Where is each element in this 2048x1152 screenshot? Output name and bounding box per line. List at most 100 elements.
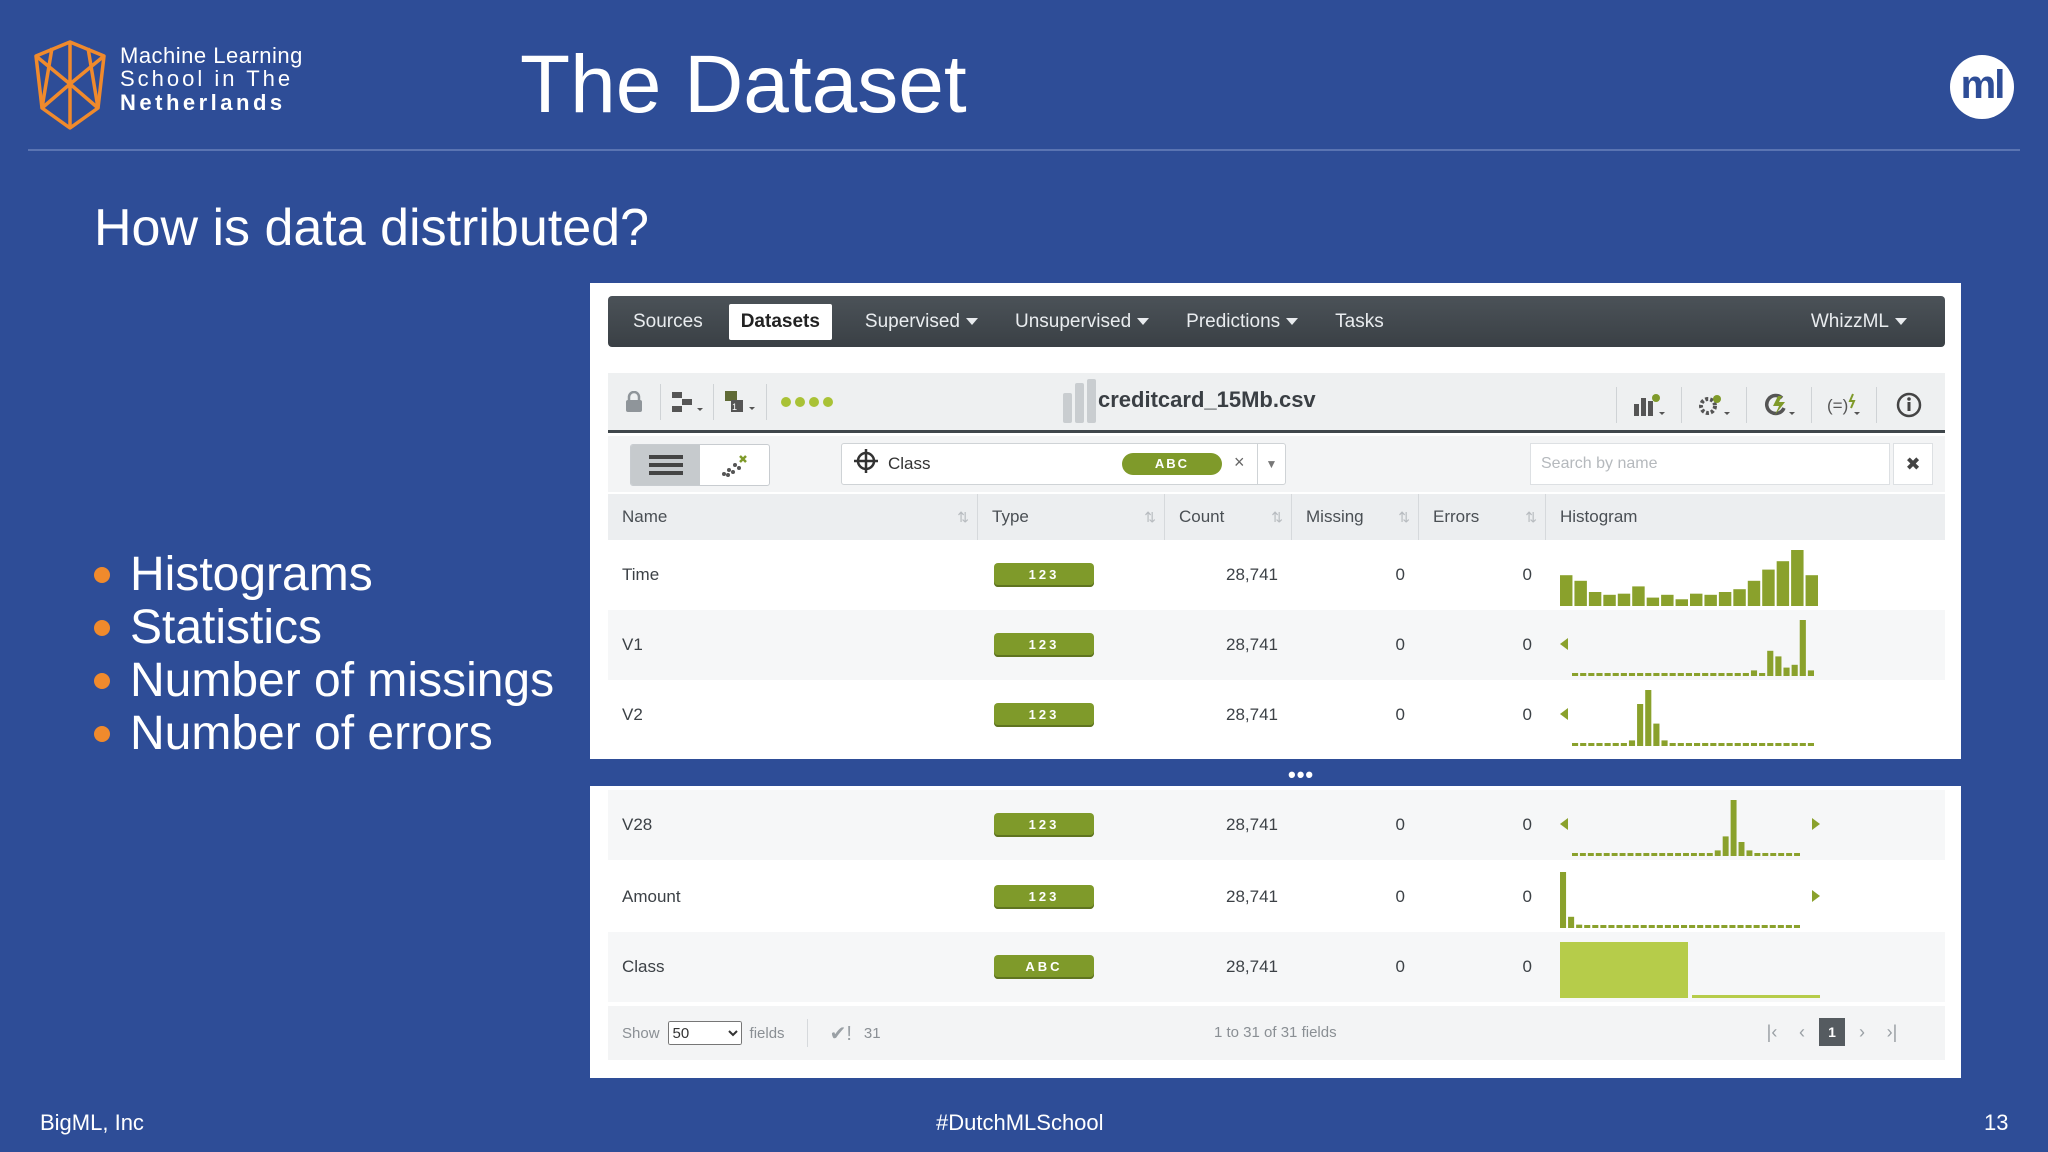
scatterplot-view-icon[interactable]: [700, 445, 769, 485]
clear-objective-icon[interactable]: ×: [1234, 452, 1245, 473]
nav-supervised[interactable]: Supervised: [865, 311, 978, 333]
field-errors: 0: [1522, 705, 1532, 724]
next-page-icon[interactable]: ›: [1849, 1018, 1875, 1046]
fields-label: fields: [749, 1024, 785, 1042]
pagination-bar: Show 50 fields ✔! 31 1 to 31 of 31 field…: [608, 1006, 1945, 1060]
one-click-icon[interactable]: [1761, 391, 1797, 419]
histogram[interactable]: [1560, 868, 1820, 928]
histogram-bar: [1645, 673, 1652, 676]
histogram-bar: [1588, 592, 1602, 606]
histogram-bar: [1651, 853, 1658, 856]
histogram-bar: [1632, 586, 1645, 606]
histogram-bar: [1710, 673, 1717, 676]
header-count[interactable]: Count ⇅: [1165, 494, 1292, 540]
histogram-bar: [1584, 925, 1591, 928]
table-row[interactable]: Amount 123 28,741 0 0: [608, 862, 1945, 932]
configure-icon[interactable]: [669, 388, 705, 416]
checkmark-icon[interactable]: ✔!: [830, 1021, 852, 1046]
histogram-bar: [1718, 673, 1725, 676]
histogram-bar: [1667, 853, 1674, 856]
field-count: 28,741: [1226, 815, 1278, 834]
histogram-bar: [1745, 925, 1752, 928]
nav-sources[interactable]: Sources: [633, 311, 703, 333]
page-size-select[interactable]: 50: [667, 1021, 742, 1045]
table-row[interactable]: V28 123 28,741 0 0: [608, 790, 1945, 860]
header-label: Count: [1179, 507, 1225, 526]
histogram-bar: [1661, 673, 1668, 676]
field-name: V2: [622, 705, 643, 724]
histogram-cell: [1546, 790, 1945, 860]
lock-icon[interactable]: [616, 388, 652, 416]
settings-icon[interactable]: [1696, 391, 1732, 419]
status-dots-icon: [781, 396, 833, 407]
histogram[interactable]: [1560, 938, 1820, 998]
bullet-text: Histograms: [130, 548, 373, 601]
field-missing: 0: [1395, 635, 1405, 654]
histogram-cell: [1546, 540, 1945, 610]
histogram-bar: [1697, 925, 1704, 928]
histogram-bar: [1656, 925, 1663, 928]
field-name: V1: [622, 635, 643, 654]
header-label: Type: [992, 507, 1029, 526]
header-label: Missing: [1306, 507, 1364, 526]
field-name: Class: [622, 957, 665, 976]
histogram-bar: [1672, 925, 1679, 928]
histogram-bar: [1742, 673, 1749, 676]
histogram-bar: [1689, 925, 1696, 928]
create-model-icon[interactable]: [1631, 391, 1667, 419]
current-page[interactable]: 1: [1819, 1018, 1845, 1046]
field-errors: 0: [1522, 635, 1532, 654]
histogram[interactable]: [1560, 546, 1940, 606]
dataset-toolbar: 1 creditcard_15Mb.csv (=): [608, 373, 1945, 433]
field-search-input[interactable]: Search by name: [1530, 443, 1890, 485]
objective-field-select[interactable]: Class ABC × ▼: [841, 443, 1286, 485]
table-row[interactable]: Class ABC 28,741 0 0: [608, 932, 1945, 1002]
histogram-bar: [1603, 853, 1610, 856]
histogram-bar: [1664, 925, 1671, 928]
header-divider: [28, 149, 2020, 151]
school-name-line1: Machine Learning: [120, 43, 303, 68]
sample-icon[interactable]: 1: [722, 388, 758, 416]
list-view-icon[interactable]: [631, 445, 700, 485]
header-type[interactable]: Type ⇅: [978, 494, 1165, 540]
nav-predictions[interactable]: Predictions: [1186, 311, 1299, 333]
histogram-bar: [1705, 925, 1712, 928]
histogram-bar: [1681, 925, 1688, 928]
header-missing[interactable]: Missing ⇅: [1292, 494, 1419, 540]
first-page-icon[interactable]: |‹: [1759, 1018, 1785, 1046]
last-page-icon[interactable]: ›|: [1879, 1018, 1905, 1046]
header-name[interactable]: Name ⇅: [608, 494, 978, 540]
histogram[interactable]: [1560, 616, 1820, 676]
toolbar-actions: (=): [1616, 387, 1935, 423]
nav-tasks[interactable]: Tasks: [1335, 311, 1384, 333]
sort-icon: ⇅: [1271, 509, 1283, 525]
prev-page-icon[interactable]: ‹: [1789, 1018, 1815, 1046]
histogram-bar: [1612, 743, 1619, 746]
histogram-bar: [1753, 925, 1760, 928]
clear-search-icon[interactable]: ✖: [1893, 443, 1933, 485]
table-row[interactable]: Time 123 28,741 0 0: [608, 540, 1945, 610]
bullet-text: Statistics: [130, 601, 323, 654]
histogram[interactable]: [1560, 796, 1820, 856]
table-row[interactable]: V2 123 28,741 0 0: [608, 680, 1945, 750]
histogram-cell: σ: [1546, 610, 1945, 680]
nav-unsupervised[interactable]: Unsupervised: [1015, 311, 1150, 333]
histogram-bar: [1761, 925, 1768, 928]
header-histogram: Histogram: [1546, 494, 1945, 540]
histogram-bar: [1718, 743, 1725, 746]
histogram-bar: [1783, 667, 1790, 676]
histogram-bar: [1714, 850, 1721, 856]
histogram-bar: [1742, 743, 1749, 746]
table-row[interactable]: V1 123 28,741 0 0 σ: [608, 610, 1945, 680]
nav-datasets[interactable]: Datasets: [728, 303, 832, 340]
histogram[interactable]: [1560, 686, 1820, 746]
view-toggle: [630, 444, 770, 486]
histogram-bar: [1690, 593, 1703, 606]
header-errors[interactable]: Errors ⇅: [1419, 494, 1546, 540]
info-icon[interactable]: [1891, 391, 1927, 419]
histogram-bar: [1794, 853, 1800, 856]
checked-count: 31: [863, 1024, 881, 1042]
objective-dropdown-icon[interactable]: ▼: [1257, 444, 1285, 484]
nav-whizzml[interactable]: WhizzML: [1811, 311, 1907, 333]
formula-icon[interactable]: (=): [1826, 391, 1862, 419]
